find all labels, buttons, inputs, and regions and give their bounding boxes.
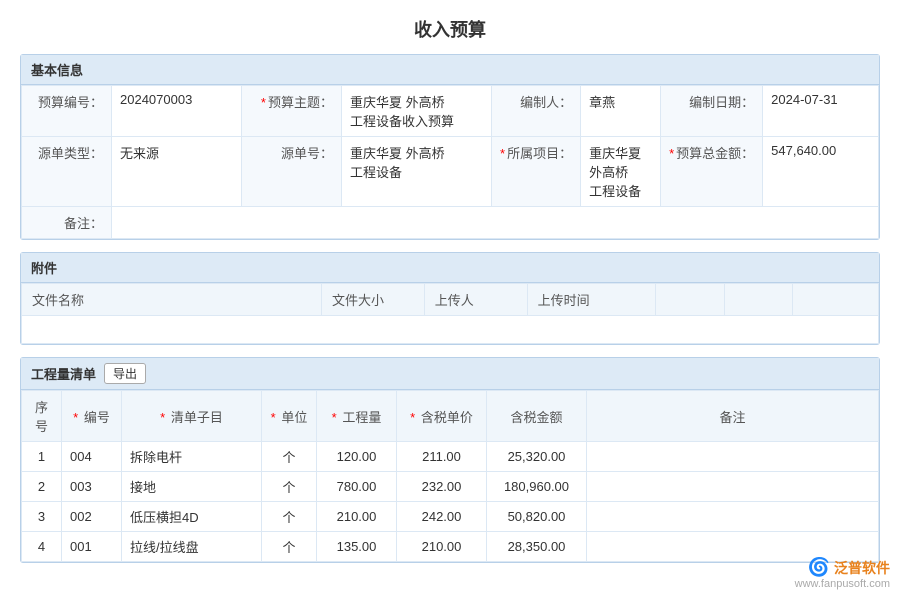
attach-col-size: 文件大小 bbox=[321, 284, 424, 316]
cell-amount: 28,350.00 bbox=[487, 532, 587, 562]
project-value: 重庆华夏 外高桥工程设备 bbox=[581, 137, 661, 207]
cell-item: 接地 bbox=[122, 472, 262, 502]
edit-date-value: 2024-07-31 bbox=[763, 86, 879, 137]
cell-seq: 3 bbox=[22, 502, 62, 532]
cell-unit-price: 211.00 bbox=[397, 442, 487, 472]
engineering-body: 序号 * 编号 * 清单子目 * 单位 * 工程量 * 含税单价 bbox=[21, 390, 879, 562]
budget-theme-value: 重庆华夏 外高桥工程设备收入预算 bbox=[342, 86, 492, 137]
cell-code: 003 bbox=[62, 472, 122, 502]
watermark: 🌀 泛普软件 www.fanpusoft.com bbox=[795, 557, 890, 590]
cell-seq: 1 bbox=[22, 442, 62, 472]
eng-col-code: * 编号 bbox=[62, 391, 122, 442]
cell-amount: 180,960.00 bbox=[487, 472, 587, 502]
cell-unit-price: 210.00 bbox=[397, 532, 487, 562]
required-star3: * bbox=[669, 146, 674, 161]
required-star2: * bbox=[500, 146, 505, 161]
cell-remark bbox=[587, 442, 879, 472]
eng-col-item: * 清单子目 bbox=[122, 391, 262, 442]
export-button[interactable]: 导出 bbox=[104, 363, 146, 384]
engineering-section: 工程量清单 导出 序号 * 编号 * 清单子目 * 单位 * 工程量 bbox=[20, 357, 880, 563]
cell-unit-price: 242.00 bbox=[397, 502, 487, 532]
source-single-value: 重庆华夏 外高桥工程设备 bbox=[342, 137, 492, 207]
cell-code: 004 bbox=[62, 442, 122, 472]
cell-quantity: 135.00 bbox=[317, 532, 397, 562]
cell-quantity: 120.00 bbox=[317, 442, 397, 472]
eng-col-seq: 序号 bbox=[22, 391, 62, 442]
attachments-section: 附件 文件名称 文件大小 上传人 上传时间 bbox=[20, 252, 880, 345]
engineering-label: 工程量清单 bbox=[31, 364, 96, 383]
attach-col-filename: 文件名称 bbox=[22, 284, 322, 316]
attach-table: 文件名称 文件大小 上传人 上传时间 bbox=[21, 283, 879, 344]
source-type-value: 无来源 bbox=[112, 137, 242, 207]
cell-item: 拆除电杆 bbox=[122, 442, 262, 472]
basic-info-header: 基本信息 bbox=[21, 55, 879, 85]
editor-value: 章燕 bbox=[581, 86, 661, 137]
budget-theme-label: *预算主题： bbox=[242, 86, 342, 137]
cell-seq: 4 bbox=[22, 532, 62, 562]
cell-unit: 个 bbox=[262, 532, 317, 562]
project-label: *所属项目： bbox=[492, 137, 581, 207]
cell-remark bbox=[587, 502, 879, 532]
editor-label: 编制人： bbox=[492, 86, 581, 137]
cell-unit: 个 bbox=[262, 472, 317, 502]
watermark-url: www.fanpusoft.com bbox=[795, 578, 890, 590]
cell-amount: 25,320.00 bbox=[487, 442, 587, 472]
attach-col-time: 上传时间 bbox=[527, 284, 656, 316]
edit-date-label: 编制日期： bbox=[661, 86, 763, 137]
basic-info-body: 预算编号： 2024070003 *预算主题： 重庆华夏 外高桥工程设备收入预算… bbox=[21, 85, 879, 239]
cell-unit: 个 bbox=[262, 502, 317, 532]
total-amount-label: *预算总金额： bbox=[661, 137, 763, 207]
cell-unit-price: 232.00 bbox=[397, 472, 487, 502]
attachments-header: 附件 bbox=[21, 253, 879, 283]
attachments-body: 文件名称 文件大小 上传人 上传时间 bbox=[21, 283, 879, 344]
cell-unit: 个 bbox=[262, 442, 317, 472]
cell-seq: 2 bbox=[22, 472, 62, 502]
source-single-label: 源单号： bbox=[242, 137, 342, 207]
source-type-label: 源单类型： bbox=[22, 137, 112, 207]
attach-col-op1 bbox=[656, 284, 725, 316]
cell-remark bbox=[587, 472, 879, 502]
cell-item: 低压横担4D bbox=[122, 502, 262, 532]
eng-col-unit: * 单位 bbox=[262, 391, 317, 442]
budget-no-label: 预算编号： bbox=[22, 86, 112, 137]
table-row: 3 002 低压横担4D 个 210.00 242.00 50,820.00 bbox=[22, 502, 879, 532]
total-amount-value: 547,640.00 bbox=[763, 137, 879, 207]
attach-empty-cell bbox=[22, 316, 879, 344]
table-row: 1 004 拆除电杆 个 120.00 211.00 25,320.00 bbox=[22, 442, 879, 472]
engineering-table: 序号 * 编号 * 清单子目 * 单位 * 工程量 * 含税单价 bbox=[21, 390, 879, 562]
attach-col-op2 bbox=[724, 284, 793, 316]
basic-info-section: 基本信息 预算编号： 2024070003 *预算主题： 重庆华夏 外高桥工程设… bbox=[20, 54, 880, 240]
cell-amount: 50,820.00 bbox=[487, 502, 587, 532]
cell-item: 拉线/拉线盘 bbox=[122, 532, 262, 562]
info-table: 预算编号： 2024070003 *预算主题： 重庆华夏 外高桥工程设备收入预算… bbox=[21, 85, 879, 239]
attach-col-uploader: 上传人 bbox=[424, 284, 527, 316]
required-star: * bbox=[261, 95, 266, 110]
cell-code: 002 bbox=[62, 502, 122, 532]
remark-label: 备注： bbox=[22, 207, 112, 239]
attach-col-op3 bbox=[793, 284, 879, 316]
eng-col-quantity: * 工程量 bbox=[317, 391, 397, 442]
cell-quantity: 780.00 bbox=[317, 472, 397, 502]
brand-name: 泛普软件 bbox=[834, 558, 890, 578]
page-title: 收入预算 bbox=[20, 16, 880, 42]
engineering-header: 工程量清单 导出 bbox=[21, 358, 879, 390]
attach-empty-row bbox=[22, 316, 879, 344]
table-row: 2 003 接地 个 780.00 232.00 180,960.00 bbox=[22, 472, 879, 502]
eng-col-unit-price: * 含税单价 bbox=[397, 391, 487, 442]
budget-no-value: 2024070003 bbox=[112, 86, 242, 137]
cell-quantity: 210.00 bbox=[317, 502, 397, 532]
cell-code: 001 bbox=[62, 532, 122, 562]
eng-col-remark: 备注 bbox=[587, 391, 879, 442]
remark-value bbox=[112, 207, 879, 239]
eng-col-amount: 含税金额 bbox=[487, 391, 587, 442]
table-row: 4 001 拉线/拉线盘 个 135.00 210.00 28,350.00 bbox=[22, 532, 879, 562]
watermark-icon: 🌀 泛普软件 bbox=[795, 557, 890, 578]
